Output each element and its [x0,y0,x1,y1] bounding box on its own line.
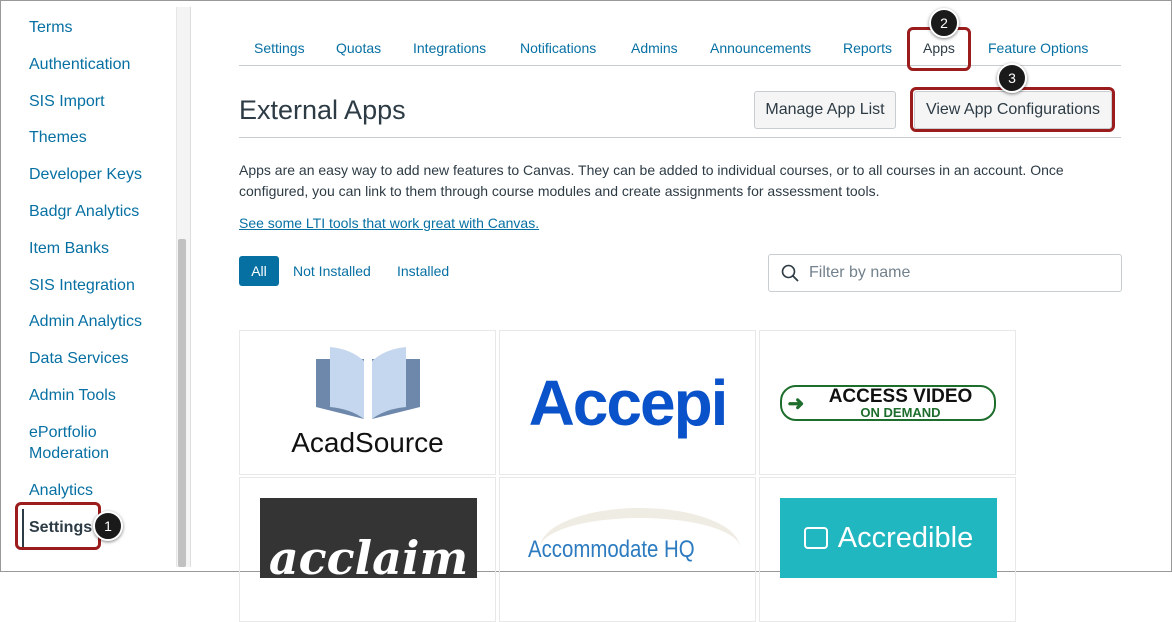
app-name: acclaim [268,531,469,585]
callout-2: 2 [929,8,959,38]
app-name: ACCESS VIDEO [828,385,973,407]
tab-announcements[interactable]: Announcements [710,40,811,56]
header-divider [239,137,1121,138]
app-tile-acclaim[interactable]: acclaim [239,477,496,622]
highlight-settings [15,502,101,550]
page-title: External Apps [239,95,406,125]
settings-tabs: Settings Quotas Integrations Notificatio… [239,31,1121,66]
lti-tools-link[interactable]: See some LTI tools that work great with … [239,215,539,231]
sidebar-item-terms[interactable]: Terms [29,17,73,38]
search-icon [781,264,799,282]
filter-by-name-input[interactable] [809,264,1109,282]
sidebar-item-admin-analytics[interactable]: Admin Analytics [29,311,142,332]
sidebar-item-data-services[interactable]: Data Services [29,348,129,369]
tab-settings[interactable]: Settings [254,40,305,56]
filter-all[interactable]: All [239,256,279,286]
divider [190,7,191,567]
filter-search-field[interactable] [768,254,1122,292]
callout-1: 1 [93,511,123,541]
sidebar-item-badgr-analytics[interactable]: Badgr Analytics [29,201,139,222]
sidebar-item-sis-import[interactable]: SIS Import [29,91,105,112]
account-nav-sidebar: Terms Authentication SIS Import Themes D… [1,1,177,573]
sidebar-item-themes[interactable]: Themes [29,127,87,148]
highlight-view-config [910,87,1115,132]
app-subtitle: ON DEMAND [860,404,941,420]
sidebar-item-admin-tools[interactable]: Admin Tools [29,385,116,406]
app-tile-accommodate-hq[interactable]: Accommodate HQ [499,477,756,622]
sidebar-item-authentication[interactable]: Authentication [29,54,130,75]
app-tile-acadsource[interactable]: AcadSource [239,330,496,475]
sidebar-scrollbar-thumb[interactable] [178,239,186,567]
tab-feature-options[interactable]: Feature Options [988,40,1088,56]
certificate-icon [803,527,828,549]
book-logo-icon [315,346,420,419]
app-name: Accommodate HQ [528,536,695,563]
sidebar-item-item-banks[interactable]: Item Banks [29,238,109,259]
app-name: Accredible [837,521,974,554]
app-name: AcadSource [291,426,444,458]
arrow-right-icon: ➜ [787,392,805,415]
sidebar-item-analytics[interactable]: Analytics [29,480,93,501]
tab-quotas[interactable]: Quotas [336,40,381,56]
sidebar-item-sis-integration[interactable]: SIS Integration [29,275,135,296]
sidebar-item-developer-keys[interactable]: Developer Keys [29,164,142,185]
app-tile-accredible[interactable]: Accredible [759,477,1016,622]
callout-3: 3 [997,63,1027,93]
filter-not-installed[interactable]: Not Installed [285,256,379,286]
tab-admins[interactable]: Admins [631,40,678,56]
filter-installed[interactable]: Installed [389,256,457,286]
apps-description: Apps are an easy way to add new features… [239,162,1064,199]
app-name: Accepi [528,366,729,439]
tab-reports[interactable]: Reports [843,40,892,56]
tab-notifications[interactable]: Notifications [520,40,596,56]
app-tile-accepi[interactable]: Accepi [499,330,756,475]
manage-app-list-button[interactable]: Manage App List [754,91,896,129]
sidebar-item-eportfolio-moderation[interactable]: ePortfolio Moderation [29,422,129,464]
app-tile-access-video[interactable]: ➜ ACCESS VIDEO ON DEMAND [759,330,1016,475]
tab-integrations[interactable]: Integrations [413,40,486,56]
